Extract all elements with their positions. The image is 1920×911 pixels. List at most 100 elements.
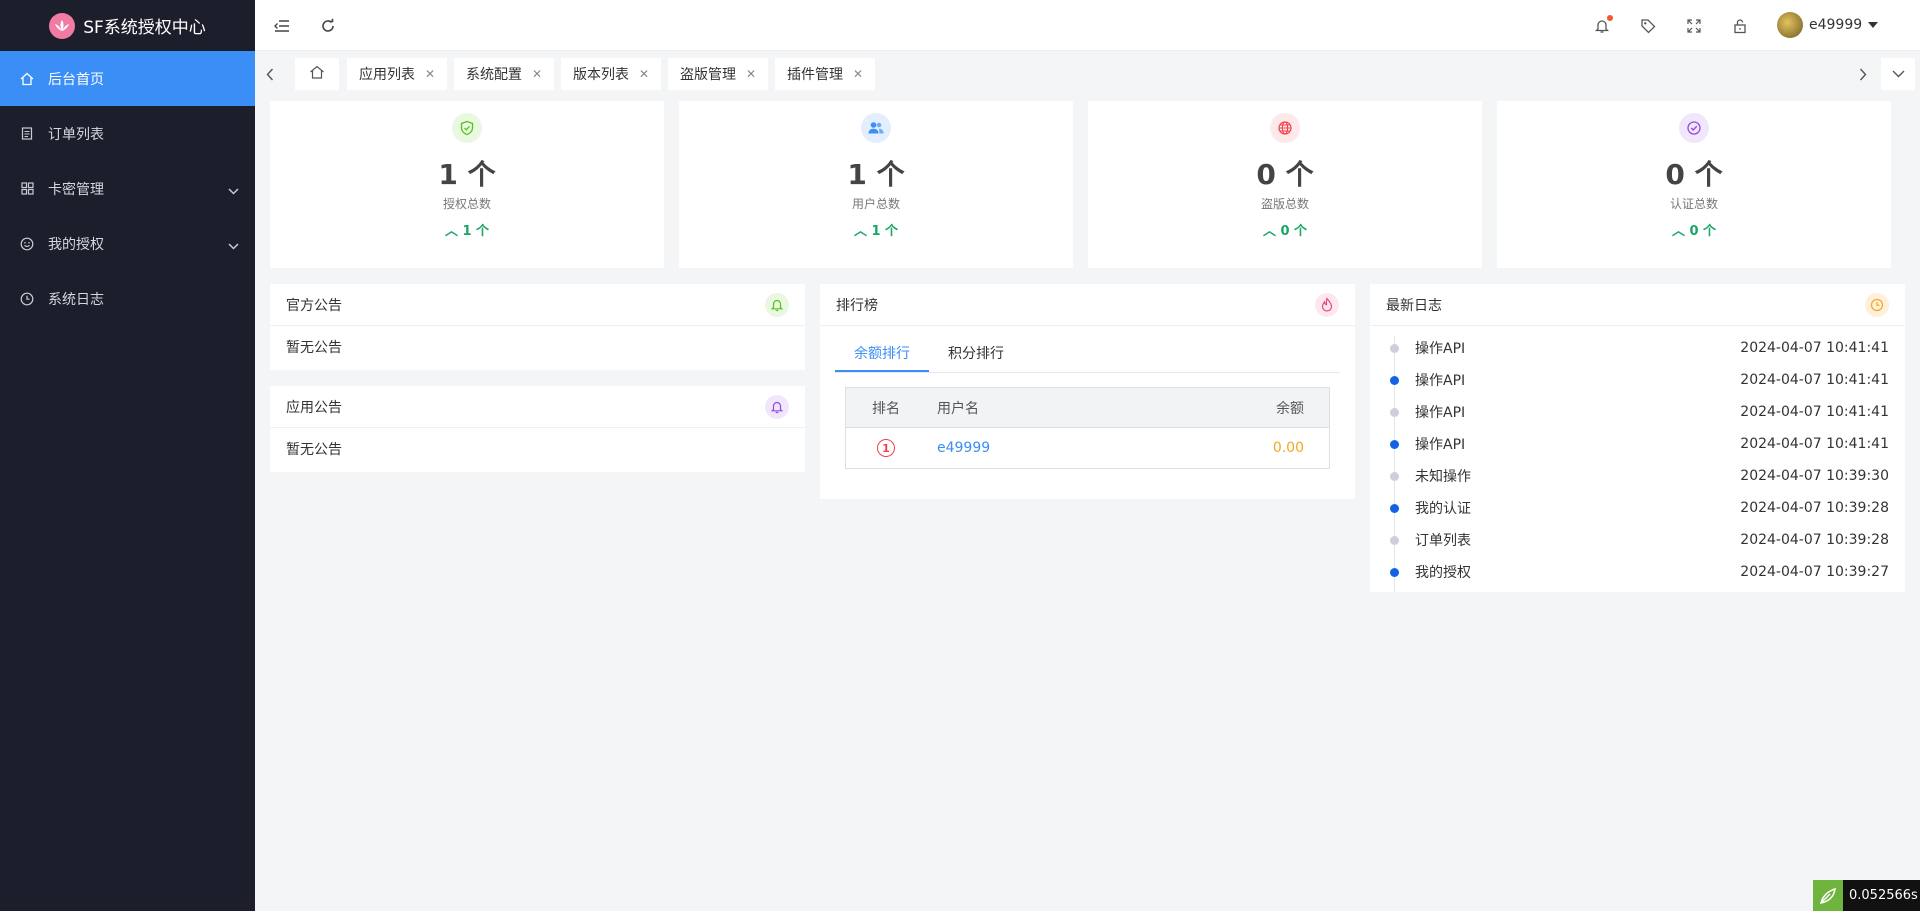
log-action: 我的认证 xyxy=(1415,501,1471,517)
tab-label: 应用列表 xyxy=(359,67,415,83)
sidebar-item-label: 系统日志 xyxy=(48,291,104,308)
lock-icon[interactable] xyxy=(1729,15,1751,37)
close-icon[interactable]: ✕ xyxy=(425,67,435,81)
caret-down-icon xyxy=(1868,17,1879,33)
tab-plugins[interactable]: 插件管理 ✕ xyxy=(775,58,876,90)
tab-piracy[interactable]: 盗版管理 ✕ xyxy=(668,58,769,90)
sidebar-item-orders[interactable]: 订单列表 xyxy=(0,106,255,161)
notice-body: 暂无公告 xyxy=(286,442,342,458)
tab-balance-rank[interactable]: 余额排行 xyxy=(835,336,929,372)
log-time: 2024-04-07 10:39:30 xyxy=(1740,468,1889,484)
sidebar-item-label: 卡密管理 xyxy=(48,181,104,198)
menu-collapse-icon[interactable] xyxy=(271,15,293,37)
timeline-dot xyxy=(1390,536,1399,545)
sidebar-item-system-log[interactable]: 系统日志 xyxy=(0,271,255,326)
sidebar-item-label: 我的授权 xyxy=(48,236,104,253)
stat-label: 授权总数 xyxy=(442,197,491,211)
sidebar-item-my-auth[interactable]: 我的授权 xyxy=(0,216,255,271)
tab-home[interactable] xyxy=(295,58,339,90)
lotus-logo-icon xyxy=(49,12,76,39)
panel-title: 官方公告 xyxy=(286,297,342,314)
stat-card-licenses: 1 个 授权总数 ︿ 1 个 xyxy=(270,101,664,268)
fire-icon xyxy=(1315,292,1339,317)
arrow-up-icon: ︿ xyxy=(853,224,867,239)
notification-bell-icon[interactable] xyxy=(1591,15,1613,37)
refresh-icon[interactable] xyxy=(317,15,339,37)
timeline-dot xyxy=(1390,376,1399,385)
panel-title: 应用公告 xyxy=(286,399,342,416)
arrow-up-icon: ︿ xyxy=(1262,224,1276,239)
shield-icon xyxy=(452,113,482,143)
users-icon xyxy=(861,113,891,143)
user-menu[interactable]: e49999 xyxy=(1777,12,1879,38)
timeline-dot xyxy=(1390,440,1399,449)
log-time: 2024-04-07 10:41:41 xyxy=(1740,340,1889,356)
close-icon[interactable]: ✕ xyxy=(746,67,756,81)
log-action: 未知操作 xyxy=(1415,469,1471,485)
chevron-down-icon xyxy=(228,183,239,199)
sidebar-item-home[interactable]: 后台首页 xyxy=(0,51,255,106)
log-item: 未知操作 2024-04-07 10:39:30 xyxy=(1370,460,1905,492)
top-header: e49999 xyxy=(255,0,1920,51)
page-timing-badge: 0.052566s xyxy=(1813,880,1920,911)
tab-system-config[interactable]: 系统配置 ✕ xyxy=(454,58,555,90)
globe-icon xyxy=(1270,113,1300,143)
tab-version-list[interactable]: 版本列表 ✕ xyxy=(561,58,662,90)
sidebar-item-label: 后台首页 xyxy=(48,71,104,88)
arrow-up-icon: ︿ xyxy=(1671,224,1685,239)
username: e49999 xyxy=(1809,17,1863,33)
col-rank: 排名 xyxy=(872,400,900,417)
fullscreen-icon[interactable] xyxy=(1683,15,1705,37)
panel-title: 排行榜 xyxy=(836,297,878,314)
user-link[interactable]: e49999 xyxy=(926,440,1209,456)
stat-trend: ︿ 1 个 xyxy=(444,224,490,239)
rank-table: 排名 用户名 余额 1 e49999 0.00 xyxy=(845,387,1330,469)
tab-points-rank[interactable]: 积分排行 xyxy=(929,336,1023,372)
check-circle-icon xyxy=(1679,113,1709,143)
log-action: 操作API xyxy=(1415,373,1466,389)
log-action: 我的授权 xyxy=(1415,565,1471,581)
timeline-dot xyxy=(1390,504,1399,513)
table-header: 排名 用户名 余额 xyxy=(846,388,1329,428)
grid-icon xyxy=(20,182,34,196)
bell-icon xyxy=(765,292,789,317)
app-notice-panel: 应用公告 暂无公告 xyxy=(270,386,805,472)
leaf-logo-icon xyxy=(1813,880,1843,911)
chevron-down-icon xyxy=(228,238,239,254)
sidebar-item-card-keys[interactable]: 卡密管理 xyxy=(0,161,255,216)
stat-label: 盗版总数 xyxy=(1260,197,1309,211)
tabs-scroll-right-icon[interactable] xyxy=(1848,58,1878,90)
document-icon xyxy=(20,127,34,141)
stat-card-users: 1 个 用户总数 ︿ 1 个 xyxy=(679,101,1073,268)
tag-icon[interactable] xyxy=(1637,15,1659,37)
stat-value: 1 个 xyxy=(438,158,496,191)
rank-badge: 1 xyxy=(877,439,895,457)
log-time: 2024-04-07 10:41:41 xyxy=(1740,404,1889,420)
app-title: SF系统授权中心 xyxy=(83,18,206,38)
log-time: 2024-04-07 10:39:27 xyxy=(1740,564,1889,580)
avatar xyxy=(1777,12,1803,38)
timeline-dot xyxy=(1390,472,1399,481)
log-time: 2024-04-07 10:39:28 xyxy=(1740,532,1889,548)
official-notice-panel: 官方公告 暂无公告 xyxy=(270,284,805,370)
tab-label: 盗版管理 xyxy=(680,67,736,83)
smile-icon xyxy=(20,237,34,251)
table-row: 1 e49999 0.00 xyxy=(846,428,1329,468)
tab-label: 插件管理 xyxy=(787,67,843,83)
notification-badge xyxy=(1607,15,1613,21)
log-item: 操作API 2024-04-07 10:41:41 xyxy=(1370,428,1905,460)
app-logo[interactable]: SF系统授权中心 xyxy=(0,0,255,51)
tabs-scroll-left-icon[interactable] xyxy=(255,58,285,90)
close-icon[interactable]: ✕ xyxy=(532,67,542,81)
ranking-panel: 排行榜 余额排行 积分排行 排名 用户名 余额 1 e49999 0.00 xyxy=(820,284,1355,499)
timeline-dot xyxy=(1390,408,1399,417)
tabs-dropdown-icon[interactable] xyxy=(1881,58,1915,90)
clock-icon xyxy=(1865,292,1889,317)
tab-label: 版本列表 xyxy=(573,67,629,83)
close-icon[interactable]: ✕ xyxy=(853,67,863,81)
tab-app-list[interactable]: 应用列表 ✕ xyxy=(347,58,448,90)
arrow-up-icon: ︿ xyxy=(444,224,458,239)
close-icon[interactable]: ✕ xyxy=(639,67,649,81)
tab-label: 系统配置 xyxy=(466,67,522,83)
log-action: 订单列表 xyxy=(1415,533,1471,549)
